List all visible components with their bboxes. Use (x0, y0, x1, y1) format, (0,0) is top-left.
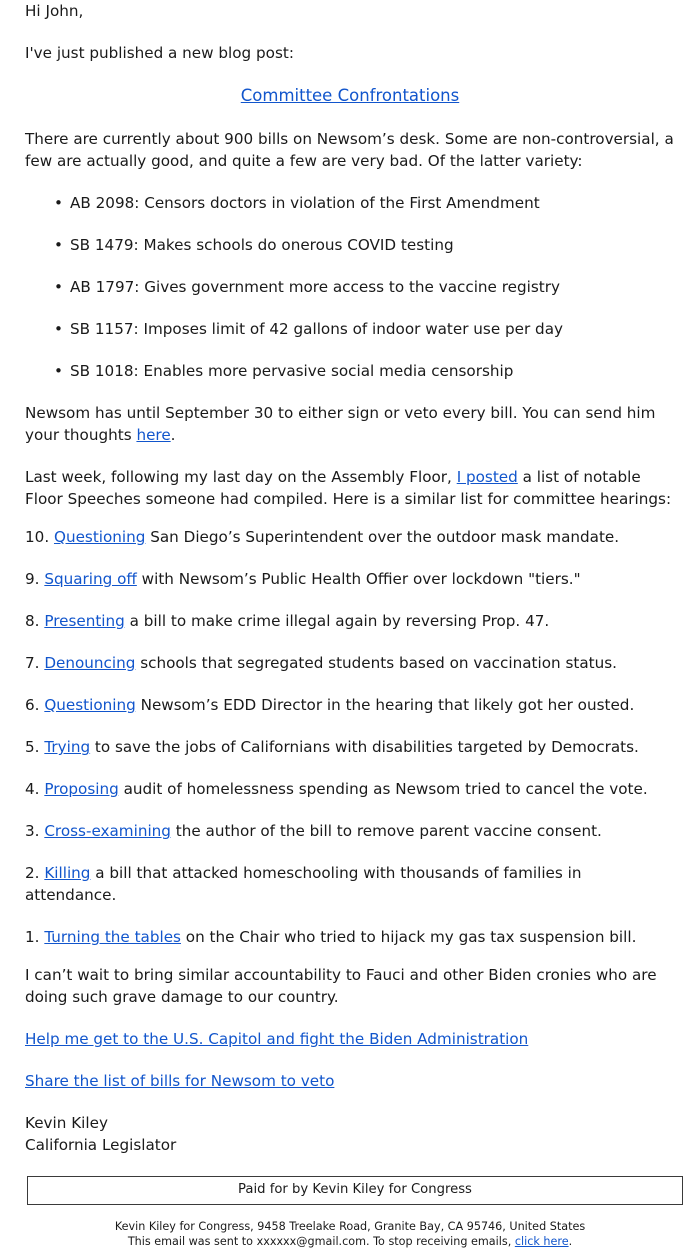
hearing-text: to save the jobs of Californians with di… (90, 738, 639, 756)
hearing-link[interactable]: Questioning (44, 696, 135, 714)
bill-text: SB 1018: Enables more pervasive social m… (70, 362, 514, 380)
deadline-paragraph: Newsom has until September 30 to either … (25, 402, 675, 446)
hearing-link[interactable]: Killing (44, 864, 90, 882)
bill-text: AB 2098: Censors doctors in violation of… (70, 194, 540, 212)
rank-number: 5. (25, 738, 45, 756)
list-item: 10. Questioning San Diego’s Superintende… (25, 526, 675, 548)
list-item: 2. Killing a bill that attacked homescho… (25, 862, 675, 906)
hearing-link[interactable]: Trying (44, 738, 90, 756)
lastweek-paragraph: Last week, following my last day on the … (25, 466, 675, 510)
bullet-icon: • (54, 236, 63, 254)
hearing-text: a bill to make crime illegal again by re… (124, 612, 550, 630)
bullet-icon: • (54, 362, 63, 380)
cta-secondary-row: Share the list of bills for Newsom to ve… (25, 1070, 675, 1092)
rank-number: 6. (25, 696, 45, 714)
hearing-link[interactable]: Denouncing (44, 654, 135, 672)
bill-text: SB 1479: Makes schools do onerous COVID … (70, 236, 454, 254)
closing-paragraph: I can’t wait to bring similar accountabi… (25, 966, 657, 1006)
ranked-hearings-list: 10. Questioning San Diego’s Superintende… (25, 526, 675, 948)
list-item: • AB 1797: Gives government more access … (25, 276, 675, 298)
post-title-row: Committee Confrontations (25, 84, 675, 108)
signature-block: Kevin Kiley California Legislator (25, 1112, 675, 1156)
email-content: Hi John, I've just published a new blog … (0, 0, 700, 1156)
deadline-text-after: . (170, 426, 176, 444)
hearing-text: schools that segregated students based o… (135, 654, 617, 672)
rank-number: 3. (25, 822, 45, 840)
list-item: • SB 1157: Imposes limit of 42 gallons o… (25, 318, 675, 340)
list-item: 9. Squaring off with Newsom’s Public Hea… (25, 568, 675, 590)
blog-post-link[interactable]: Committee Confrontations (241, 86, 459, 105)
signature-title: California Legislator (25, 1136, 177, 1154)
rank-number: 1. (25, 928, 45, 946)
hearing-text: San Diego’s Superintendent over the outd… (145, 528, 620, 546)
send-thoughts-link[interactable]: here (136, 426, 170, 444)
list-item: 8. Presenting a bill to make crime illeg… (25, 610, 675, 632)
hearing-text: a bill that attacked homeschooling with … (25, 864, 582, 904)
lede-paragraph: There are currently about 900 bills on N… (25, 130, 674, 170)
list-item: 6. Questioning Newsom’s EDD Director in … (25, 694, 675, 716)
footer-unsubscribe-row: This email was sent to xxxxxx@gmail.com.… (0, 1234, 700, 1249)
hearing-text: on the Chair who tried to hijack my gas … (180, 928, 637, 946)
list-item: • SB 1018: Enables more pervasive social… (25, 360, 675, 382)
bill-text: SB 1157: Imposes limit of 42 gallons of … (70, 320, 563, 338)
bill-list: • AB 2098: Censors doctors in violation … (25, 192, 675, 382)
list-item: 4. Proposing audit of homelessness spend… (25, 778, 675, 800)
deadline-text-before: Newsom has until September 30 to either … (25, 404, 656, 444)
list-item: 7. Denouncing schools that segregated st… (25, 652, 675, 674)
greeting-line: Hi John, (25, 2, 84, 20)
hearing-link[interactable]: Squaring off (44, 570, 137, 588)
email-body: Hi John, I've just published a new blog … (0, 0, 700, 1249)
paid-for-disclaimer-box: Paid for by Kevin Kiley for Congress (27, 1176, 683, 1205)
unsubscribe-link[interactable]: click here (515, 1235, 569, 1248)
hearing-text: with Newsom’s Public Health Offier over … (136, 570, 581, 588)
paid-for-text: Paid for by Kevin Kiley for Congress (238, 1182, 472, 1197)
signature-name: Kevin Kiley (25, 1114, 108, 1132)
hearing-text: the author of the bill to remove parent … (170, 822, 602, 840)
list-item: 5. Trying to save the jobs of California… (25, 736, 675, 758)
footer-address: Kevin Kiley for Congress, 9458 Treelake … (114, 1220, 586, 1233)
rank-number: 2. (25, 864, 45, 882)
intro-line: I've just published a new blog post: (25, 44, 294, 62)
list-item: • SB 1479: Makes schools do onerous COVI… (25, 234, 675, 256)
bullet-icon: • (54, 320, 63, 338)
bill-text: AB 1797: Gives government more access to… (70, 278, 560, 296)
unsubscribe-text-after: . (568, 1235, 573, 1248)
share-cta-link[interactable]: Share the list of bills for Newsom to ve… (25, 1072, 334, 1090)
hearing-link[interactable]: Proposing (44, 780, 118, 798)
rank-number: 8. (25, 612, 45, 630)
list-item: 3. Cross-examining the author of the bil… (25, 820, 675, 842)
rank-number: 9. (25, 570, 45, 588)
hearing-link[interactable]: Cross-examining (44, 822, 171, 840)
hearing-link[interactable]: Questioning (54, 528, 145, 546)
list-item: 1. Turning the tables on the Chair who t… (25, 926, 675, 948)
hearing-text: audit of homelessness spending as Newsom… (118, 780, 648, 798)
rank-number: 4. (25, 780, 45, 798)
i-posted-link[interactable]: I posted (457, 468, 518, 486)
lastweek-text-before: Last week, following my last day on the … (25, 468, 457, 486)
hearing-link[interactable]: Turning the tables (44, 928, 181, 946)
bullet-icon: • (54, 278, 63, 296)
hearing-text: Newsom’s EDD Director in the hearing tha… (135, 696, 635, 714)
rank-number: 10. (25, 528, 54, 546)
unsubscribe-text-before: This email was sent to xxxxxx@gmail.com.… (127, 1235, 515, 1248)
email-footer: Kevin Kiley for Congress, 9458 Treelake … (0, 1219, 700, 1249)
cta-primary-row: Help me get to the U.S. Capitol and figh… (25, 1028, 675, 1050)
donate-cta-link[interactable]: Help me get to the U.S. Capitol and figh… (25, 1030, 528, 1048)
hearing-link[interactable]: Presenting (44, 612, 124, 630)
bullet-icon: • (54, 194, 63, 212)
rank-number: 7. (25, 654, 45, 672)
list-item: • AB 2098: Censors doctors in violation … (25, 192, 675, 214)
